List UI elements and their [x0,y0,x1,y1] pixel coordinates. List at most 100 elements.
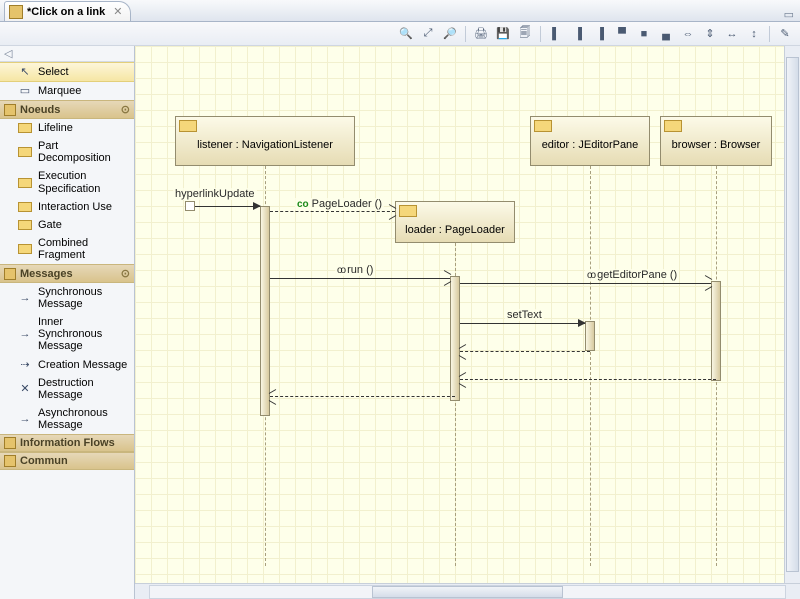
tool-label: Select [38,66,69,78]
toolbar: 🔍 ⤢ 🔎 🖨 💾 🗐 ▌ ▐ ▐ ▀ ■ ▄ ⇔ ⇕ ↔ ↕ ✎ [0,22,800,46]
cursor-icon: ↖ [18,66,32,78]
item-label: Interaction Use [38,201,112,213]
item-creation-message[interactable]: ⇢ Creation Message [0,356,134,374]
palette: ◁ ↖ Select ▭ Marquee Noeuds ⊙ Lifeline P… [0,46,135,599]
drawer-noeuds[interactable]: Noeuds ⊙ [0,100,134,119]
msg-pageloader[interactable] [270,211,395,212]
item-destruction-message[interactable]: ✕ Destruction Message [0,374,134,404]
item-label: Synchronous Message [38,286,130,310]
item-combined-fragment[interactable]: Combined Fragment [0,234,134,264]
arrow-icon: → [18,328,32,340]
item-interaction-use[interactable]: Interaction Use [0,198,134,216]
lifeline-browser[interactable]: browser : Browser [660,116,772,166]
copy-image-icon[interactable]: 🗐 [516,25,534,43]
diagram-canvas[interactable]: listener : NavigationListener loader : P… [135,46,800,583]
drawer-label: Noeuds [20,104,60,116]
match-w-icon[interactable]: ↔ [723,25,741,43]
align-top-icon[interactable]: ▀ [613,25,631,43]
save-icon[interactable]: 💾 [494,25,512,43]
match-h-icon[interactable]: ↕ [745,25,763,43]
drawer-information-flows[interactable]: Information Flows [0,434,134,452]
lifeline-editor[interactable]: editor : JEditorPane [530,116,650,166]
pin-icon[interactable]: ⊙ [121,103,130,116]
intuse-icon [18,202,32,212]
activation[interactable] [585,321,595,351]
item-label: Gate [38,219,62,231]
tab-click-on-link[interactable]: *Click on a link ✕ [4,1,131,21]
lifeline-dash [590,166,591,566]
lifeline-loader[interactable]: loader : PageLoader [395,201,515,243]
align-left-icon[interactable]: ▌ [547,25,565,43]
folder-icon [4,268,16,280]
arrow-icon: ✕ [18,383,32,395]
item-execution-spec[interactable]: Execution Specification [0,167,134,197]
msg-return[interactable] [270,396,455,397]
item-gate[interactable]: Gate [0,216,134,234]
drawer-messages[interactable]: Messages ⊙ [0,264,134,283]
item-label: Inner Synchronous Message [38,316,130,352]
scrollbar-horizontal[interactable] [135,583,800,599]
folder-icon [4,104,16,116]
pin-icon[interactable]: ⊙ [121,267,130,280]
align-center-icon[interactable]: ▐ [569,25,587,43]
tool-select[interactable]: ↖ Select [0,62,134,82]
tab-bar: *Click on a link ✕ ▭ [0,0,800,22]
activation[interactable] [711,281,721,381]
zoom-fit-icon[interactable]: ⤢ [419,25,437,43]
diagram-icon [9,5,23,19]
separator [465,26,466,42]
drawer-label: Commun [20,455,68,467]
lifeline-listener[interactable]: listener : NavigationListener [175,116,355,166]
scrollbar-vertical[interactable] [784,46,800,583]
tool-marquee[interactable]: ▭ Marquee [0,82,134,100]
drawer-commun[interactable]: Commun [0,452,134,470]
item-label: Creation Message [38,359,127,371]
dist-v-icon[interactable]: ⇕ [701,25,719,43]
drawer-label: Information Flows [20,437,115,449]
zoom-out-icon[interactable]: 🔎 [441,25,459,43]
item-async-message[interactable]: → Asynchronous Message [0,404,134,434]
palette-nav[interactable]: ◁ [0,46,134,62]
minimize-icon[interactable]: ▭ [778,8,800,21]
item-label: Combined Fragment [38,237,130,261]
lifeline-icon [399,205,417,217]
zoom-in-icon[interactable]: 🔍 [397,25,415,43]
tool-label: Marquee [38,85,81,97]
msg-return[interactable] [460,351,590,352]
msg-label-settext: setText [505,309,544,321]
item-label: Asynchronous Message [38,407,130,431]
brush-icon[interactable]: ✎ [776,25,794,43]
msg-geteditor[interactable] [460,283,711,284]
item-part-decomposition[interactable]: Part Decomposition [0,137,134,167]
item-lifeline[interactable]: Lifeline [0,119,134,137]
msg-label-geteditor: oogetEditorPane () [585,269,679,281]
print-icon[interactable]: 🖨 [472,25,490,43]
endpoint[interactable] [185,201,195,211]
item-inner-sync-message[interactable]: → Inner Synchronous Message [0,313,134,355]
arrow-icon: → [18,413,32,425]
align-bottom-icon[interactable]: ▄ [657,25,675,43]
msg-run[interactable] [270,278,450,279]
folder-icon [4,455,16,467]
arrow-icon: ⇢ [18,359,32,371]
align-middle-icon[interactable]: ■ [635,25,653,43]
lifeline-icon [664,120,682,132]
item-label: Destruction Message [38,377,130,401]
item-label: Part Decomposition [38,140,130,164]
msg-hyperlink[interactable] [195,206,260,207]
arrow-icon: → [18,292,32,304]
lifeline-icon [534,120,552,132]
drawer-label: Messages [20,268,73,280]
part-icon [18,147,32,157]
lifeline-icon [18,123,32,133]
lifeline-label: listener : NavigationListener [197,139,333,151]
tab-title: *Click on a link [27,6,105,18]
item-sync-message[interactable]: → Synchronous Message [0,283,134,313]
msg-return[interactable] [460,379,716,380]
dist-h-icon[interactable]: ⇔ [679,25,697,43]
activation[interactable] [260,206,270,416]
msg-settext[interactable] [460,323,585,324]
align-right-icon[interactable]: ▐ [591,25,609,43]
separator [769,26,770,42]
close-icon[interactable]: ✕ [113,5,122,18]
